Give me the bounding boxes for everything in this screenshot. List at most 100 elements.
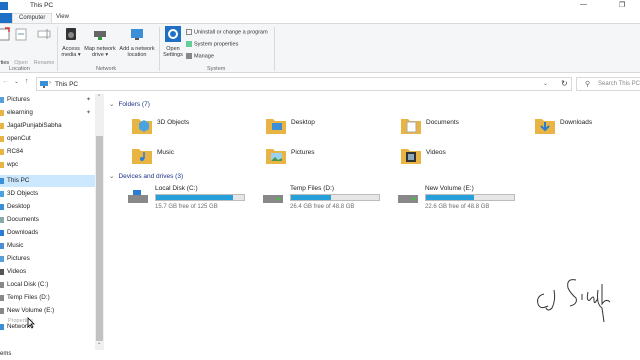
drive-local-disk-c[interactable]: Local Disk (C:) 15.7 GB free of 125 GB xyxy=(127,185,257,215)
pin-icon: ✦ xyxy=(86,97,92,103)
status-item-count: ems xyxy=(0,351,12,357)
drive-new-volume-e[interactable]: New Volume (E:) 22.6 GB free of 48.8 GB xyxy=(397,185,527,215)
scroll-down-icon[interactable]: ⌄ xyxy=(97,340,101,346)
refresh-icon[interactable]: ↻ xyxy=(561,79,568,88)
restore-icon[interactable]: ❐ xyxy=(619,1,625,9)
minimize-icon[interactable]: — xyxy=(580,1,587,8)
folder-icon xyxy=(0,149,4,155)
folder-desktop[interactable]: Desktop xyxy=(265,113,395,139)
pictures-icon xyxy=(0,256,4,262)
nav-item-wpc[interactable]: wpc xyxy=(0,159,96,171)
drive-icon xyxy=(0,308,4,314)
folder-downloads[interactable]: Downloads xyxy=(534,113,640,139)
system-group-label: System xyxy=(207,66,226,72)
3d-objects-icon xyxy=(0,191,4,197)
nav-item-label: Temp Files (D:) xyxy=(7,294,50,301)
folder-music[interactable]: Music xyxy=(131,143,261,169)
drive-temp-files-d[interactable]: Temp Files (D:) 26.4 GB free of 48.8 GB xyxy=(262,185,392,215)
add-location-label-2: location xyxy=(127,52,147,58)
drive-usage-fill xyxy=(426,195,474,200)
folder-videos[interactable]: Videos xyxy=(400,143,530,169)
recent-locations-icon[interactable]: ⌄ xyxy=(14,78,19,85)
nav-item-pictures-pinned[interactable]: Pictures ✦ xyxy=(0,94,96,106)
drive-label: New Volume (E:) xyxy=(425,185,474,192)
collapse-chevron-icon: ⌄ xyxy=(109,101,115,108)
scroll-up-icon[interactable]: ⌃ xyxy=(97,94,101,100)
drive-icon xyxy=(263,195,283,203)
map-network-drive-button[interactable]: Map network drive ▾ xyxy=(83,26,117,58)
open-button[interactable]: Open xyxy=(12,26,30,66)
system-properties-button[interactable]: System properties xyxy=(186,41,238,47)
nav-item-opencut[interactable]: openCut xyxy=(0,133,96,145)
nav-item-local-disk-c[interactable]: Local Disk (C:) xyxy=(0,279,96,291)
rename-label: Rename xyxy=(33,60,55,66)
nav-item-documents[interactable]: Documents xyxy=(0,214,96,226)
nav-item-music[interactable]: Music xyxy=(0,240,96,252)
address-row: ← ⌄ ↑ › This PC ⌄ ↻ ⚲ Search This PC xyxy=(0,74,640,94)
drives-section-header[interactable]: ⌄ Devices and drives (3) xyxy=(109,172,183,180)
search-input[interactable]: ⚲ Search This PC xyxy=(576,77,640,91)
navigation-scrollbar[interactable]: ⌃ ⌄ xyxy=(95,94,104,350)
drive-icon xyxy=(0,282,4,288)
folder-icon xyxy=(0,162,4,168)
drives-section-title: Devices and drives (3) xyxy=(118,173,184,180)
nav-item-3d-objects[interactable]: 3D Objects xyxy=(0,188,96,200)
drive-icon xyxy=(398,195,418,203)
downloads-folder-icon xyxy=(535,119,555,134)
address-dropdown-icon[interactable]: ⌄ xyxy=(543,80,548,87)
folders-section-header[interactable]: ⌄ Folders (7) xyxy=(109,100,150,108)
this-pc-icon xyxy=(0,178,4,184)
folder-pictures[interactable]: Pictures xyxy=(265,143,395,169)
nav-item-label: This PC xyxy=(7,177,30,184)
navigation-pane: Pictures ✦ elearning ✦ JagatPunjabiSabha o… xyxy=(0,94,104,350)
rename-button[interactable]: Rename xyxy=(32,26,56,66)
manage-button[interactable]: Manage xyxy=(186,53,214,59)
pin-icon: ✦ xyxy=(86,110,92,116)
access-media-button[interactable]: Access media ▾ xyxy=(59,26,83,58)
nav-item-new-volume-e[interactable]: New Volume (E:) xyxy=(0,305,96,317)
music-folder-icon xyxy=(132,149,152,164)
quick-access-icon[interactable] xyxy=(0,2,8,10)
documents-icon xyxy=(0,217,4,223)
nav-item-label: Documents xyxy=(7,216,39,223)
search-placeholder: Search This PC xyxy=(598,81,640,87)
uninstall-program-button[interactable]: Uninstall or change a program xyxy=(186,29,268,35)
drive-usage-bar xyxy=(290,194,380,201)
nav-item-elearning[interactable]: elearning ✦ xyxy=(0,107,96,119)
nav-item-videos[interactable]: Videos xyxy=(0,266,96,278)
add-network-location-button[interactable]: Add a network location xyxy=(118,26,156,58)
scrollbar-thumb[interactable] xyxy=(96,136,103,341)
nav-item-label: openCut xyxy=(7,135,31,142)
3d-objects-icon xyxy=(132,119,152,134)
folder-documents[interactable]: Documents xyxy=(400,113,530,139)
nav-item-label: Pictures xyxy=(7,96,30,103)
address-bar[interactable]: › This PC ⌄ ↻ xyxy=(36,77,572,91)
nav-item-downloads[interactable]: Downloads xyxy=(0,227,96,239)
search-icon: ⚲ xyxy=(585,81,591,88)
up-arrow-icon[interactable]: ↑ xyxy=(25,78,29,85)
status-bar: ems xyxy=(0,350,640,360)
desktop-icon xyxy=(0,204,4,210)
nav-item-label: Videos xyxy=(7,268,27,275)
nav-item-this-pc[interactable]: This PC xyxy=(0,175,96,187)
group-divider xyxy=(57,27,58,71)
nav-item-desktop[interactable]: Desktop xyxy=(0,201,96,213)
uninstall-label: Uninstall or change a program xyxy=(194,29,268,36)
media-icon xyxy=(66,28,76,40)
group-divider xyxy=(159,27,160,71)
open-settings-button[interactable]: Open Settings xyxy=(161,26,185,58)
nav-item-label: Desktop xyxy=(7,203,31,210)
drive-free-space: 15.7 GB free of 125 GB xyxy=(155,204,218,210)
folder-label: Downloads xyxy=(560,119,593,126)
nav-item-label: 3D Objects xyxy=(7,190,39,197)
nav-item-rc84[interactable]: RC84 xyxy=(0,146,96,158)
drive-free-space: 26.4 GB free of 48.8 GB xyxy=(290,204,355,210)
nav-item-pictures[interactable]: Pictures xyxy=(0,253,96,265)
nav-item-temp-files-d[interactable]: Temp Files (D:) xyxy=(0,292,96,304)
back-arrow-icon[interactable]: ← xyxy=(2,78,9,85)
folder-3d-objects[interactable]: 3D Objects xyxy=(131,113,261,139)
access-media-label-2: media ▾ xyxy=(61,52,81,58)
address-path: This PC xyxy=(55,81,79,88)
nav-item-jagatpunjabisabha[interactable]: JagatPunjabiSabha xyxy=(0,120,96,132)
drive-label: Local Disk (C:) xyxy=(155,185,198,192)
